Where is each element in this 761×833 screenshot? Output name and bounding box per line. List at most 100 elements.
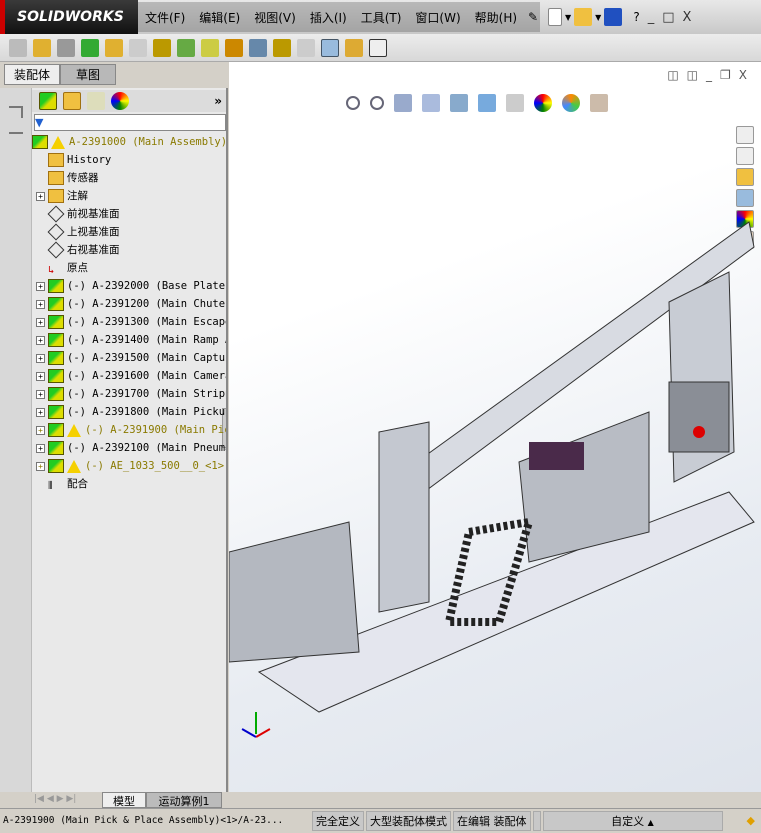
new-motion-study-icon[interactable] bbox=[225, 38, 243, 57]
tree-item[interactable]: + (-) A-2391800 (Main Pickup bbox=[32, 403, 228, 421]
menu-window[interactable]: 窗口(W) bbox=[408, 9, 467, 26]
expand-icon[interactable]: + bbox=[36, 371, 45, 381]
clearance-verification-icon[interactable] bbox=[345, 38, 363, 57]
expand-icon[interactable]: + bbox=[36, 281, 45, 291]
assembly-icon bbox=[48, 423, 64, 437]
new-part-icon[interactable] bbox=[33, 38, 51, 57]
tab-assembly[interactable]: 装配体 bbox=[4, 64, 60, 85]
expand-icon[interactable]: + bbox=[36, 335, 45, 345]
minimize-button[interactable]: _ bbox=[648, 10, 655, 25]
feature-manager-tree: » ▼ A-2391000 (Main Assembly) History 传感器… bbox=[32, 88, 228, 792]
sketch-icon[interactable] bbox=[9, 106, 23, 118]
expand-icon[interactable]: + bbox=[36, 461, 45, 471]
mate-icon[interactable] bbox=[57, 38, 75, 57]
tree-item[interactable]: + 注解 bbox=[32, 187, 88, 205]
menu-edit[interactable]: 编辑(E) bbox=[192, 9, 247, 26]
tree-item[interactable]: 右视基准面 bbox=[32, 241, 120, 259]
tree-item[interactable]: + (-) A-2391700 (Main Stripp bbox=[32, 385, 228, 403]
units-label: 自定义 bbox=[611, 814, 645, 828]
explode-line-icon[interactable] bbox=[297, 38, 315, 57]
tree-item-label: (-) AE_1033_500__0_<1> bbox=[85, 460, 225, 472]
bom-icon[interactable] bbox=[249, 38, 267, 57]
tab-motion-study[interactable]: 运动算例1 bbox=[146, 792, 222, 808]
filter-input[interactable]: ▼ bbox=[34, 114, 226, 131]
tree-item[interactable]: + (-) A-2392100 (Main Pneuma bbox=[32, 439, 226, 457]
tree-item[interactable]: + (-) A-2391900 (Main Pic bbox=[32, 421, 228, 439]
expand-icon[interactable]: + bbox=[36, 191, 45, 201]
menu-file[interactable]: 文件(F) bbox=[138, 9, 192, 26]
tree-item[interactable]: 前视基准面 bbox=[32, 205, 120, 223]
expand-icon[interactable]: + bbox=[36, 443, 45, 453]
interference-detection-icon[interactable] bbox=[321, 38, 339, 57]
tree-root-label: A-2391000 (Main Assembly) bbox=[69, 136, 228, 148]
tree-item-label: (-) A-2391900 (Main Pic bbox=[85, 424, 228, 436]
menu-insert[interactable]: 插入(I) bbox=[303, 9, 354, 26]
display-manager-icon[interactable] bbox=[111, 92, 129, 110]
units-up-arrow-icon: ▲ bbox=[647, 817, 654, 827]
configuration-manager-icon[interactable] bbox=[87, 92, 105, 110]
tree-item[interactable]: + (-) A-2391600 (Main Camera bbox=[32, 367, 228, 385]
expand-icon[interactable]: + bbox=[36, 425, 45, 435]
assembly-model[interactable] bbox=[229, 62, 761, 792]
tree-root[interactable]: A-2391000 (Main Assembly) bbox=[32, 133, 228, 151]
tree-item[interactable]: History bbox=[32, 151, 111, 169]
tree-item[interactable]: + (-) A-2391300 (Main Escape bbox=[32, 313, 226, 331]
tab-sketch[interactable]: 草图 bbox=[60, 64, 116, 85]
status-large-assembly-mode[interactable]: 大型装配体模式 bbox=[366, 810, 451, 831]
open-icon[interactable] bbox=[574, 8, 593, 26]
pin-icon[interactable]: ✎ bbox=[528, 10, 538, 24]
menu-view[interactable]: 视图(V) bbox=[247, 9, 303, 26]
assembly-icon bbox=[48, 297, 64, 311]
tree-item[interactable]: + (-) A-2392000 (Base Plate bbox=[32, 277, 225, 295]
menu-help[interactable]: 帮助(H) bbox=[468, 9, 524, 26]
step-icon[interactable] bbox=[9, 132, 23, 140]
tree-item[interactable]: + (-) AE_1033_500__0_<1> bbox=[32, 457, 224, 475]
show-hidden-icon[interactable] bbox=[153, 38, 171, 57]
tree-item[interactable]: ↳ 原点 bbox=[32, 259, 88, 277]
feature-manager-icon[interactable] bbox=[39, 92, 57, 110]
tree-item[interactable]: 上视基准面 bbox=[32, 223, 120, 241]
solidworks-logo: SOLIDWORKS bbox=[0, 0, 138, 34]
property-manager-icon[interactable] bbox=[63, 92, 81, 110]
graphics-viewport[interactable]: ◫ ◫ _ ❐ X bbox=[229, 62, 761, 792]
expand-icon[interactable]: + bbox=[36, 299, 45, 309]
expand-icon[interactable]: + bbox=[36, 317, 45, 327]
help-icon[interactable]: ? bbox=[633, 10, 639, 24]
rebuild-tag-icon[interactable]: ◆ bbox=[747, 814, 755, 827]
smart-fasteners-icon[interactable] bbox=[105, 38, 123, 57]
insert-component-icon[interactable] bbox=[9, 38, 27, 57]
expand-panel-icon[interactable]: » bbox=[214, 94, 222, 108]
reference-geometry-icon[interactable] bbox=[201, 38, 219, 57]
tree-item[interactable]: ⦀ 配合 bbox=[32, 475, 88, 493]
expand-icon[interactable]: + bbox=[36, 407, 45, 417]
save-icon[interactable] bbox=[604, 8, 623, 26]
menu-tools[interactable]: 工具(T) bbox=[354, 9, 409, 26]
maximize-button[interactable]: □ bbox=[662, 10, 674, 25]
expand-icon[interactable]: + bbox=[36, 353, 45, 363]
exploded-view-icon[interactable] bbox=[273, 38, 291, 57]
tree-item[interactable]: + (-) A-2391200 (Main Chute bbox=[32, 295, 225, 313]
tree-item[interactable]: 传感器 bbox=[32, 169, 99, 187]
warning-icon bbox=[67, 459, 81, 473]
tree-item-label: (-) A-2391200 (Main Chute bbox=[67, 298, 226, 310]
expand-icon[interactable]: + bbox=[36, 389, 45, 399]
linear-pattern-icon[interactable] bbox=[81, 38, 99, 57]
open-dropdown-icon[interactable]: ▼ bbox=[595, 13, 601, 22]
new-dropdown-icon[interactable]: ▼ bbox=[565, 13, 571, 22]
instant3d-icon[interactable] bbox=[369, 38, 387, 57]
tree-item-label: (-) A-2391800 (Main Pickup bbox=[67, 406, 228, 418]
tree-item-label: (-) A-2391700 (Main Stripp bbox=[67, 388, 228, 400]
new-document-icon[interactable] bbox=[548, 8, 562, 26]
tree-item[interactable]: + (-) A-2391500 (Main Captur bbox=[32, 349, 226, 367]
close-button[interactable]: X bbox=[682, 10, 691, 25]
tab-model[interactable]: 模型 bbox=[102, 792, 146, 808]
origin-icon: ↳ bbox=[48, 264, 55, 276]
tree-item[interactable]: + (-) A-2391400 (Main Ramp A bbox=[32, 331, 226, 349]
assembly-icon bbox=[48, 387, 64, 401]
tab-scroll-arrows[interactable]: |◀ ◀ ▶ ▶| bbox=[34, 794, 76, 804]
tree-item-label: (-) A-2391600 (Main Camera bbox=[67, 370, 228, 382]
assembly-features-icon[interactable] bbox=[177, 38, 195, 57]
filter-icon[interactable]: ▼ bbox=[35, 116, 43, 129]
move-component-icon[interactable] bbox=[129, 38, 147, 57]
units-selector[interactable]: 自定义 ▲ bbox=[542, 810, 723, 831]
